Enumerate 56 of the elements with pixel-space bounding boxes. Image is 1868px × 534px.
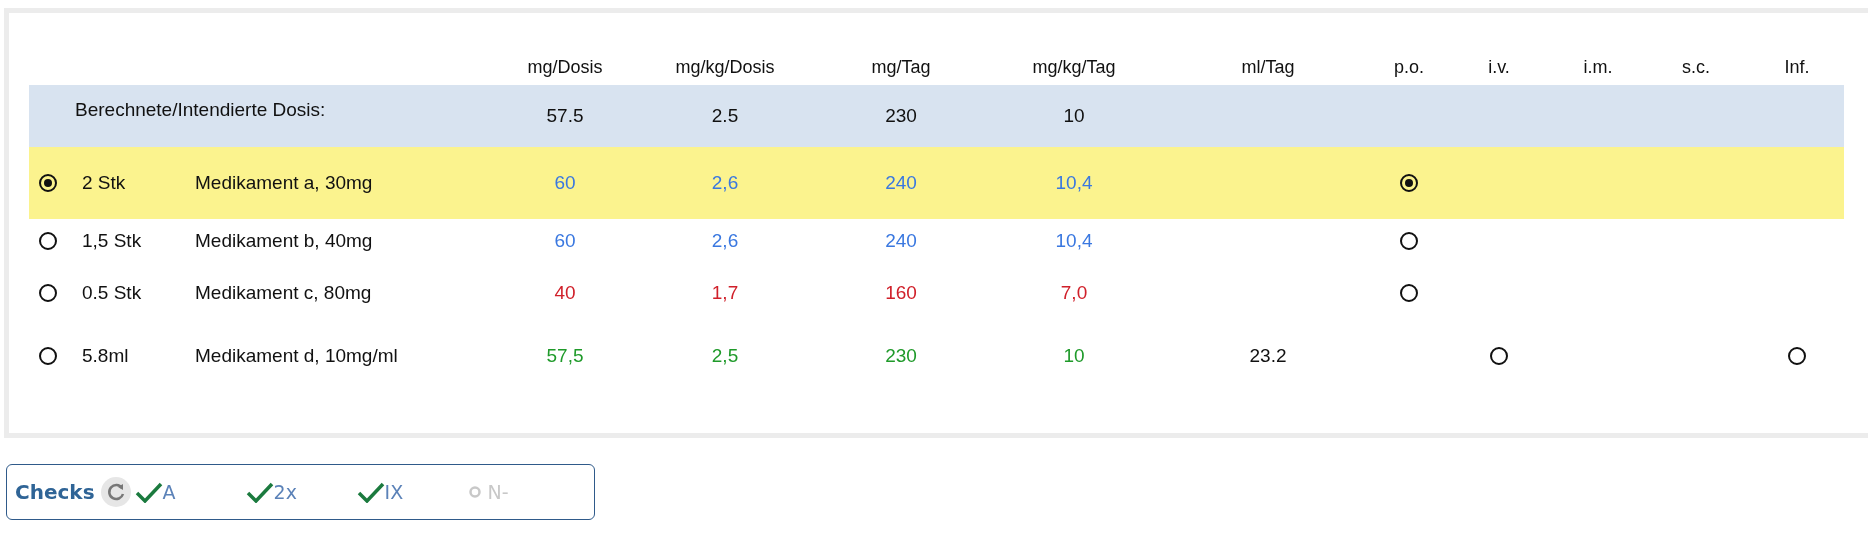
checks-label: Checks: [15, 480, 95, 504]
table-cell: 160: [885, 282, 917, 304]
table-cell: 60: [554, 230, 576, 252]
radio-button[interactable]: [1788, 347, 1806, 365]
table-cell: 240: [885, 172, 917, 194]
check-label: 2x: [273, 481, 297, 503]
quantity-text: 2 Stk: [81, 172, 127, 194]
table-cell: 2,6: [711, 172, 739, 194]
table-cell: 240: [885, 230, 917, 252]
table-cell: 57,5: [546, 345, 584, 367]
quantity-text: 5.8ml: [81, 345, 130, 367]
table-cell: 2.5: [711, 105, 739, 127]
radio-button[interactable]: [39, 174, 57, 192]
check-label: A: [162, 481, 176, 503]
column-header: ml/Tag: [1241, 56, 1295, 78]
table-cell: 10: [1063, 345, 1085, 367]
medication-name: Medikament c, 80mg: [194, 282, 373, 304]
table-cell: 40: [554, 282, 576, 304]
radio-button[interactable]: [39, 284, 57, 302]
column-header: mg/Dosis: [527, 56, 603, 78]
radio-button[interactable]: [1400, 232, 1418, 250]
table-cell: 60: [554, 172, 576, 194]
table-cell: 10,4: [1055, 230, 1093, 252]
table-cell: 23.2: [1249, 345, 1287, 367]
table-cell: 230: [885, 345, 917, 367]
table-cell: 10,4: [1055, 172, 1093, 194]
column-header: Inf.: [1784, 56, 1810, 78]
table-cell: 7,0: [1060, 282, 1088, 304]
column-header: s.c.: [1682, 56, 1710, 78]
target-dose-label: Berechnete/Intendierte Dosis:: [74, 99, 327, 121]
medication-name: Medikament d, 10mg/ml: [194, 345, 399, 367]
column-header: mg/kg/Tag: [1032, 56, 1116, 78]
table-cell: 230: [885, 105, 917, 127]
refresh-button[interactable]: [100, 477, 131, 507]
column-header: i.m.: [1583, 56, 1613, 78]
table-cell: 1,7: [711, 282, 739, 304]
medication-name: Medikament a, 30mg: [194, 172, 374, 194]
medication-name: Medikament b, 40mg: [194, 230, 374, 252]
column-header: p.o.: [1394, 56, 1424, 78]
check-label: IX: [384, 481, 404, 503]
radio-button[interactable]: [39, 347, 57, 365]
column-header: mg/Tag: [871, 56, 931, 78]
radio-button[interactable]: [39, 232, 57, 250]
quantity-text: 1,5 Stk: [81, 230, 143, 252]
quantity-text: 0.5 Stk: [81, 282, 143, 304]
table-cell: 57.5: [546, 105, 584, 127]
table-cell: 2,5: [711, 345, 739, 367]
selected-row[interactable]: 2 Stk Medikament a, 30mg 60 2,6 240 10,4: [29, 147, 1844, 219]
column-header: mg/kg/Dosis: [675, 56, 775, 78]
column-header: i.v.: [1488, 56, 1510, 78]
radio-button[interactable]: [1400, 284, 1418, 302]
table-cell: 10: [1063, 105, 1085, 127]
radio-button[interactable]: [1400, 174, 1418, 192]
table-cell: 2,6: [711, 230, 739, 252]
refresh-icon: [105, 482, 126, 502]
radio-button[interactable]: [1490, 347, 1508, 365]
